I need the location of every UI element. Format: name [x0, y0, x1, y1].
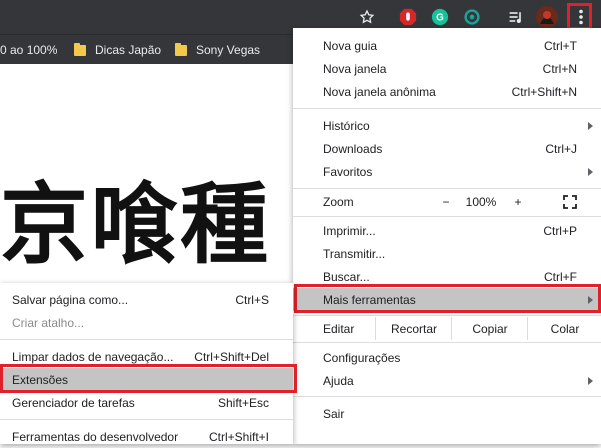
grammarly-icon[interactable]: G: [430, 7, 450, 27]
kanji-char: 種: [180, 172, 268, 276]
menu-item-label: Downloads: [323, 141, 383, 156]
bookmark-folder-sony[interactable]: Sony Vegas: [175, 42, 260, 58]
zoom-in-button[interactable]: +: [507, 190, 529, 213]
zoom-plus-label: +: [514, 194, 522, 209]
menu-separator: [293, 315, 601, 316]
menu-item-downloads[interactable]: Downloads Ctrl+J: [293, 137, 601, 160]
menu-item-shortcut: Ctrl+Shift+N: [511, 84, 577, 99]
menu-item-shortcut: Ctrl+P: [543, 223, 577, 238]
submenu-arrow-icon: [588, 121, 593, 130]
menu-item-exit[interactable]: Sair: [293, 402, 601, 425]
menu-item-new-tab[interactable]: Nova guia Ctrl+T: [293, 34, 601, 57]
menu-item-label: Configurações: [323, 350, 401, 365]
cut-label: Recortar: [390, 321, 437, 336]
paste-label: Colar: [550, 321, 580, 336]
submenu-arrow-icon: [588, 167, 593, 176]
zoom-label: Zoom: [323, 194, 354, 209]
menu-item-shortcut: Ctrl+N: [542, 61, 577, 76]
cut-button[interactable]: Recortar: [375, 317, 452, 340]
menu-separator: [293, 108, 601, 109]
folder-icon: [175, 42, 187, 56]
menu-item-label: Salvar página como...: [12, 292, 129, 307]
menu-item-shortcut: Ctrl+S: [235, 292, 269, 307]
menu-item-save-page[interactable]: Salvar página como... Ctrl+S: [0, 288, 293, 311]
bookmark-label: Sony Vegas: [196, 43, 261, 57]
menu-item-history[interactable]: Histórico: [293, 114, 601, 137]
circle-extension-icon[interactable]: [462, 7, 482, 27]
menu-item-help[interactable]: Ajuda: [293, 369, 601, 392]
menu-item-label: Imprimir...: [323, 223, 376, 238]
edit-row: Editar Recortar Copiar Colar: [293, 317, 601, 340]
bookmark-label: 0 ao 100%: [0, 43, 58, 57]
menu-item-label: Histórico: [323, 118, 370, 133]
menu-separator: [0, 419, 293, 420]
menu-item-label: Nova guia: [323, 38, 378, 53]
paste-button[interactable]: Colar: [527, 317, 601, 340]
menu-separator: [293, 342, 601, 343]
kanji-char: 京: [0, 172, 88, 276]
menu-item-label: Ajuda: [323, 373, 354, 388]
menu-item-task-manager[interactable]: Gerenciador de tarefas Shift+Esc: [0, 391, 293, 414]
menu-item-devtools[interactable]: Ferramentas do desenvolvedor Ctrl+Shift+…: [0, 425, 293, 448]
menu-item-label: Buscar...: [323, 269, 370, 284]
menu-separator: [293, 188, 601, 189]
menu-item-label: Transmitir...: [323, 246, 386, 261]
menu-item-new-window[interactable]: Nova janela Ctrl+N: [293, 57, 601, 80]
adblock-hand-icon[interactable]: [398, 7, 418, 27]
more-tools-highlight: [294, 284, 601, 313]
menu-item-incognito[interactable]: Nova janela anônima Ctrl+Shift+N: [293, 80, 601, 103]
menu-item-label: Ferramentas do desenvolvedor: [12, 429, 179, 444]
copy-button[interactable]: Copiar: [451, 317, 528, 340]
bookmark-folder-dicas[interactable]: Dicas Japão: [74, 42, 161, 58]
menu-separator: [293, 216, 601, 217]
extensions-highlight: [0, 364, 297, 393]
menu-item-shortcut: Ctrl+T: [544, 38, 577, 53]
edit-label: Editar: [323, 321, 355, 336]
menu-item-shortcut: Ctrl+F: [544, 269, 577, 284]
menu-item-shortcut: Shift+Esc: [217, 395, 269, 410]
menu-item-settings[interactable]: Configurações: [293, 346, 601, 369]
menu-item-shortcut: Ctrl+Shift+Del: [194, 349, 269, 364]
menu-item-label: Nova janela: [323, 61, 387, 76]
copy-label: Copiar: [472, 321, 508, 336]
menu-item-create-shortcut: Criar atalho...: [0, 311, 293, 334]
profile-avatar[interactable]: [536, 6, 558, 28]
menu-item-print[interactable]: Imprimir... Ctrl+P: [293, 219, 601, 242]
bookmark-label: Dicas Japão: [95, 43, 162, 57]
menu-item-cast[interactable]: Transmitir...: [293, 242, 601, 265]
fullscreen-icon[interactable]: [557, 190, 583, 213]
kanji-char: 喰: [90, 172, 178, 276]
svg-text:G: G: [436, 13, 444, 24]
menu-item-label: Sair: [323, 406, 345, 421]
zoom-out-button[interactable]: −: [435, 190, 457, 213]
menu-item-shortcut: Ctrl+J: [545, 141, 577, 156]
zoom-row: Zoom − 100% +: [293, 190, 601, 213]
zoom-minus-label: −: [442, 194, 450, 209]
submenu-arrow-icon: [588, 376, 593, 385]
kanji-logo: 京 喰 種: [0, 172, 268, 276]
menu-item-label: Limpar dados de navegação...: [12, 349, 174, 364]
folder-icon: [74, 42, 86, 56]
zoom-value: 100%: [465, 194, 497, 209]
zoom-level: 100%: [459, 190, 503, 213]
menu-item-bookmarks[interactable]: Favoritos: [293, 160, 601, 183]
menu-item-label: Gerenciador de tarefas: [12, 395, 135, 410]
menu-separator: [293, 396, 601, 397]
chrome-main-menu: Nova guia Ctrl+T Nova janela Ctrl+N Nova…: [293, 28, 601, 444]
star-icon[interactable]: [357, 7, 377, 27]
menu-item-label: Nova janela anônima: [323, 84, 436, 99]
menu-item-label: Favoritos: [323, 164, 373, 179]
menu-item-shortcut: Ctrl+Shift+I: [208, 429, 269, 444]
media-controls-icon[interactable]: [506, 7, 526, 27]
menu-button-highlight: [567, 3, 592, 30]
menu-item-label: Criar atalho...: [12, 315, 85, 330]
menu-separator: [0, 339, 293, 340]
bookmark-item[interactable]: 0 ao 100%: [0, 42, 57, 58]
